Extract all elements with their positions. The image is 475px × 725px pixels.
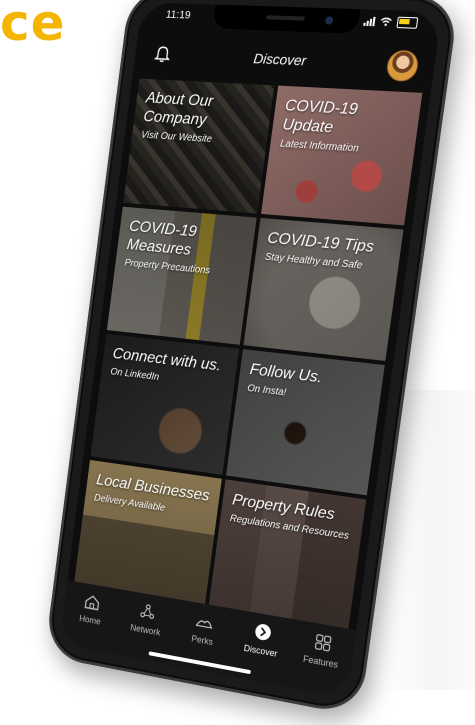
signal-icon — [363, 16, 376, 27]
tile-title: About Our Company — [142, 89, 215, 129]
bell-icon[interactable] — [152, 44, 173, 64]
tile-covid-update[interactable]: COVID-19 Update Latest Information — [261, 85, 423, 226]
tab-label: Home — [78, 613, 102, 627]
tile-follow-insta[interactable]: Follow Us. On Insta! — [226, 349, 385, 496]
features-icon — [312, 631, 334, 654]
tile-subtitle: Latest Information — [279, 138, 360, 155]
tab-features[interactable]: Features — [294, 628, 352, 671]
battery-icon — [396, 16, 419, 29]
tile-title: COVID-19 Measures — [125, 218, 198, 259]
network-icon — [137, 601, 158, 623]
tab-label: Features — [302, 653, 339, 670]
tab-home[interactable]: Home — [66, 588, 118, 629]
tab-label: Perks — [190, 633, 214, 648]
tile-connect-linkedin[interactable]: Connect with us. On LinkedIn — [90, 333, 240, 475]
tab-discover[interactable]: Discover — [234, 618, 290, 661]
home-indicator — [148, 651, 252, 675]
discover-grid: About Our Company Visit Our Website COVI… — [74, 78, 423, 629]
wifi-icon — [379, 17, 392, 27]
tab-label: Network — [129, 622, 161, 638]
tile-covid-measures[interactable]: COVID-19 Measures Property Precautions — [106, 206, 257, 345]
perks-icon — [194, 610, 215, 633]
tab-perks[interactable]: Perks — [177, 608, 232, 650]
tab-label: Discover — [243, 642, 278, 659]
brand-logo-text: ce — [0, 0, 66, 52]
tab-network[interactable]: Network — [120, 598, 173, 639]
discover-icon — [254, 622, 272, 642]
tile-covid-tips[interactable]: COVID-19 Tips Stay Healthy and Safe — [243, 217, 404, 361]
home-icon — [82, 591, 102, 613]
tile-title: COVID-19 Update — [281, 97, 359, 137]
status-time: 11:19 — [165, 8, 192, 22]
tile-subtitle: Visit Our Website — [140, 129, 213, 146]
tile-local-businesses[interactable]: Local Businesses Delivery Available — [74, 459, 222, 604]
page-title: Discover — [252, 50, 308, 69]
avatar[interactable] — [385, 49, 420, 83]
status-icons — [363, 16, 419, 29]
tile-about-company[interactable]: About Our Company Visit Our Website — [123, 78, 275, 214]
tile-property-rules[interactable]: Property Rules Regulations and Resources — [208, 479, 367, 629]
